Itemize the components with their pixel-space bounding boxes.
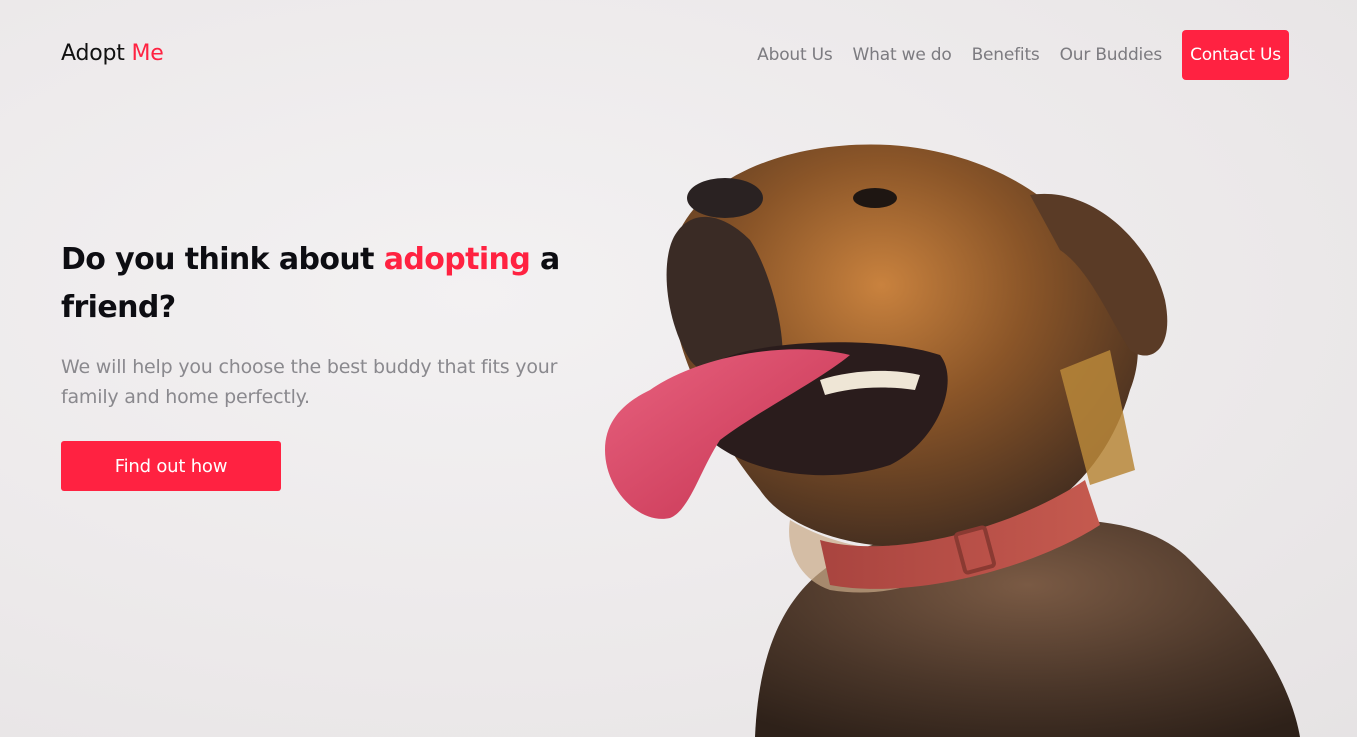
find-out-how-button[interactable]: Find out how xyxy=(61,441,281,491)
dog-nose xyxy=(687,178,763,218)
nav-link-about-us[interactable]: About Us xyxy=(757,45,833,65)
nav-link-benefits[interactable]: Benefits xyxy=(972,45,1040,65)
main-nav: About Us What we do Benefits Our Buddies… xyxy=(757,30,1289,80)
hero-title: Do you think about adopting a friend? xyxy=(61,236,621,332)
dog-image xyxy=(605,144,1300,737)
nav-link-our-buddies[interactable]: Our Buddies xyxy=(1060,45,1163,65)
logo-accent-text: Me xyxy=(131,41,164,66)
hero-title-start: Do you think about xyxy=(61,242,384,277)
dog-eye xyxy=(853,188,897,208)
hero-subtitle: We will help you choose the best buddy t… xyxy=(61,356,558,408)
logo[interactable]: Adopt Me xyxy=(61,41,164,66)
hero-section: Do you think about adopting a friend? We… xyxy=(61,236,621,491)
logo-text: Adopt xyxy=(61,41,125,66)
contact-us-button[interactable]: Contact Us xyxy=(1182,30,1289,80)
hero-title-accent: adopting xyxy=(383,242,531,277)
nav-link-what-we-do[interactable]: What we do xyxy=(853,45,952,65)
